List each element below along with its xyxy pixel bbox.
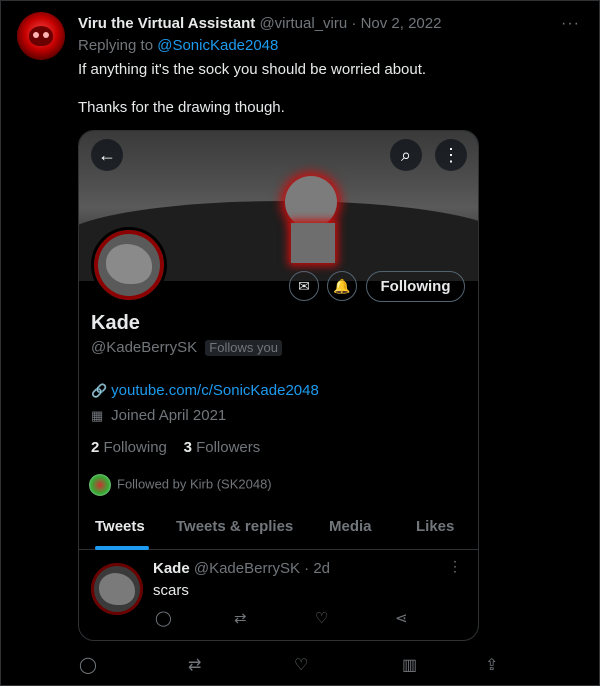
tweet-header: Viru the Virtual Assistant @virtual_viru… — [78, 15, 441, 32]
tweet-date[interactable]: Nov 2, 2022 — [361, 15, 442, 32]
header-separator: · — [351, 15, 357, 32]
active-tab-indicator — [95, 546, 149, 550]
followed-by-text: Followed by Kirb (SK2048) — [117, 476, 272, 492]
tweet: Viru the Virtual Assistant @virtual_viru… — [0, 0, 600, 686]
back-arrow-icon[interactable]: ← — [91, 139, 123, 171]
author-avatar[interactable] — [17, 12, 65, 60]
inner-tweet-text: scars — [153, 582, 189, 599]
author-name[interactable]: Viru the Virtual Assistant — [78, 15, 255, 32]
share-icon[interactable]: ⇪ — [485, 655, 498, 675]
inner-reply-icon[interactable]: ◯ — [155, 609, 172, 627]
link-icon: 🔗 — [91, 383, 108, 398]
website-link[interactable]: youtube.com/c/SonicKade2048 — [111, 382, 319, 399]
tab-media[interactable]: Media — [329, 518, 372, 535]
author-handle[interactable]: @virtual_viru — [259, 15, 347, 32]
tab-tweets[interactable]: Tweets — [95, 518, 145, 535]
followers-label: Followers — [196, 439, 261, 456]
profile-avatar[interactable] — [91, 227, 167, 303]
views-icon[interactable]: ▥ — [402, 655, 417, 675]
follows-you-badge: Follows you — [205, 340, 282, 356]
following-label: Following — [103, 439, 167, 456]
joined-row: ▦ Joined April 2021 — [91, 407, 226, 424]
inner-author-handle: @KadeBerrySK — [193, 560, 300, 577]
like-icon[interactable]: ♡ — [294, 655, 308, 675]
inner-more-icon[interactable]: ⋮ — [448, 558, 462, 575]
inner-share-icon[interactable]: ⋖ — [395, 609, 408, 627]
inner-like-icon[interactable]: ♡ — [315, 609, 328, 627]
profile-handle-row: @KadeBerrySK Follows you — [91, 339, 282, 356]
tweet-text: If anything it's the sock you should be … — [78, 60, 426, 136]
notification-bell-icon[interactable]: 🔔 — [327, 271, 357, 301]
tab-tweets-replies[interactable]: Tweets & replies — [176, 518, 293, 535]
inner-tweet-header: Kade @KadeBerrySK · 2d — [153, 560, 330, 577]
inner-separator: · — [304, 560, 310, 577]
message-icon[interactable]: ✉ — [289, 271, 319, 301]
following-button[interactable]: Following — [366, 271, 465, 302]
followers-stat[interactable]: 3 Followers — [184, 439, 261, 456]
reply-icon[interactable]: ◯ — [79, 655, 97, 675]
followed-by-row[interactable]: Followed by Kirb (SK2048) — [89, 474, 272, 496]
joined-date: Joined April 2021 — [111, 407, 227, 424]
more-options-icon[interactable]: ··· — [561, 15, 580, 33]
tab-likes[interactable]: Likes — [416, 518, 454, 535]
profile-tabs: Tweets Tweets & replies Media Likes — [79, 511, 478, 550]
search-icon[interactable]: ⌕ — [390, 139, 422, 171]
profile-screenshot-card[interactable]: ← ⌕ ⋮ ✉ 🔔 Following Kade @KadeBerrySK Fo… — [78, 130, 479, 641]
calendar-icon: ▦ — [91, 408, 104, 423]
inner-retweet-icon[interactable]: ⇄ — [234, 609, 247, 627]
followers-count: 3 — [183, 439, 192, 456]
profile-handle: @KadeBerrySK — [91, 339, 198, 356]
tweet-text-line: If anything it's the sock you should be … — [78, 61, 427, 78]
following-count: 2 — [91, 439, 100, 456]
following-stat[interactable]: 2 Following — [91, 439, 167, 456]
inner-tweet-avatar[interactable] — [91, 563, 143, 615]
replying-to: Replying to @SonicKade2048 — [78, 37, 278, 54]
inner-author-name: Kade — [153, 560, 190, 577]
follower-avatar — [89, 474, 111, 496]
follow-stats: 2 Following 3 Followers — [91, 439, 260, 456]
retweet-icon[interactable]: ⇄ — [188, 655, 201, 675]
inner-time: 2d — [313, 560, 330, 577]
replying-prefix: Replying to — [78, 37, 154, 54]
website-row: 🔗 youtube.com/c/SonicKade2048 — [91, 382, 319, 399]
menu-icon[interactable]: ⋮ — [435, 139, 467, 171]
tweet-text-line: Thanks for the drawing though. — [78, 99, 285, 116]
profile-name: Kade — [91, 312, 140, 334]
replying-to-link[interactable]: @SonicKade2048 — [157, 37, 278, 54]
